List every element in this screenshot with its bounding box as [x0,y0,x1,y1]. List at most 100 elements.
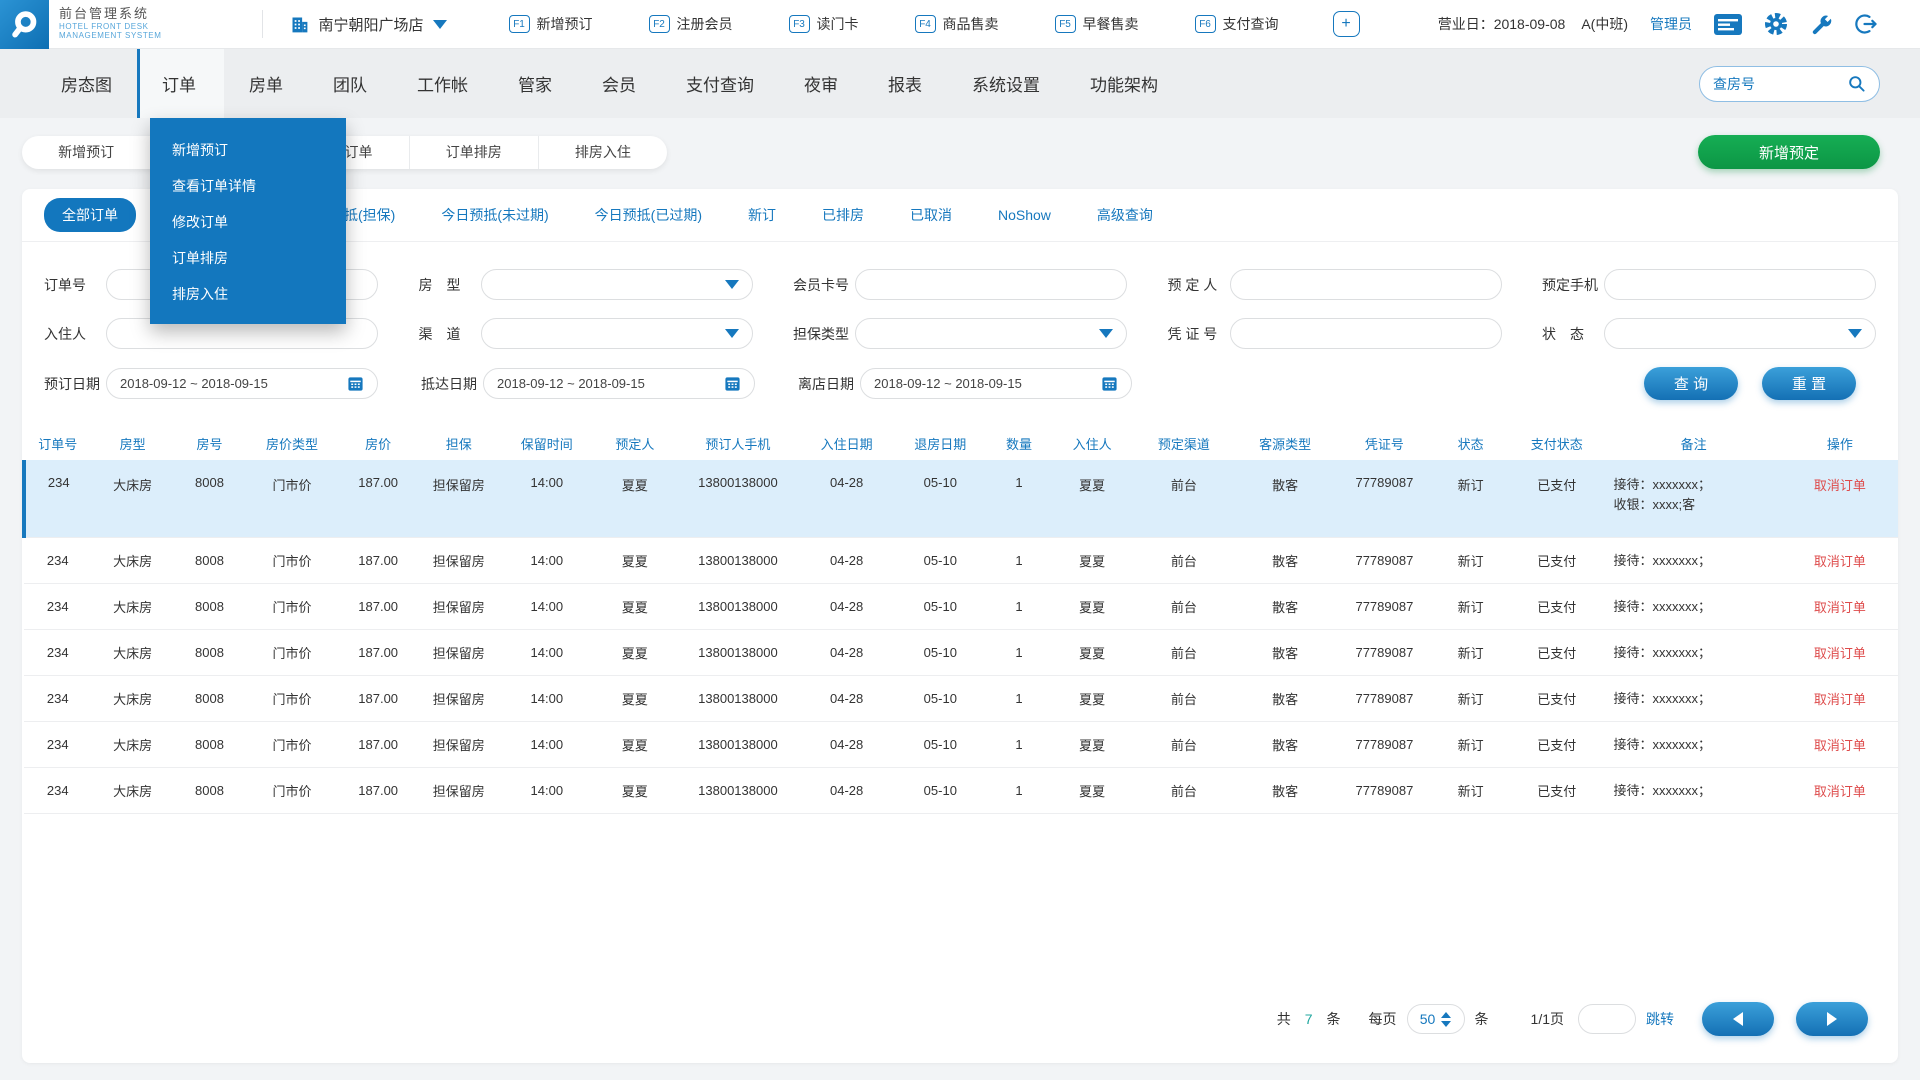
wrench-icon[interactable] [1810,13,1832,35]
nav-item[interactable]: 系统设置 [947,49,1065,118]
nav-item[interactable]: 功能架构 [1065,49,1183,118]
cell-guest: 夏夏 [1051,768,1133,814]
user-role[interactable]: 管理员 [1650,14,1692,34]
cell-guarantee: 担保留房 [418,460,500,538]
per-page-prefix: 每页 [1369,1009,1397,1029]
store-switcher[interactable]: 南宁朝阳广场店 [289,14,447,35]
nav-item[interactable]: 工作帐 [392,49,493,118]
guarantee-type-select[interactable] [855,318,1127,349]
cell-room-type: 大床房 [91,768,173,814]
cell-rate-type: 门市价 [245,584,339,630]
filter-tab[interactable]: NoShow [998,207,1051,223]
order-tab[interactable]: 新增预订 [22,136,151,169]
nav-item[interactable]: 房态图 [36,49,137,118]
booker-phone-group: 预定手机 [1542,269,1876,300]
remark-line-1: 接待：xxxxxxx； [1614,475,1780,495]
search-icon[interactable] [1847,74,1866,93]
cell-room-type: 大床房 [91,676,173,722]
nav-item[interactable]: 管家 [493,49,577,118]
spinner-up-icon[interactable] [1441,1012,1451,1018]
nav-item[interactable]: 夜审 [779,49,863,118]
jump-button[interactable]: 跳转 [1646,1009,1674,1029]
nav-item[interactable]: 支付查询 [661,49,779,118]
cancel-order-link[interactable]: 取消订单 [1814,692,1866,707]
column-header: 状态 [1433,426,1508,460]
brand-block: 前台管理系统 HOTEL FRONT DESK MANAGEMENT SYSTE… [59,7,162,40]
gear-icon[interactable] [1764,12,1788,36]
new-booking-button[interactable]: 新增预定 [1698,135,1880,169]
account-card-icon[interactable] [1714,14,1742,35]
nav-item[interactable]: 报表 [863,49,947,118]
function-shortcut[interactable]: F3 读门卡 [789,14,859,34]
booker-input[interactable] [1244,277,1488,292]
cell-rate-type: 门市价 [245,722,339,768]
table-row[interactable]: 234 大床房 8008 门市价 187.00 担保留房 14:00 夏夏 13… [24,722,1898,768]
function-shortcut[interactable]: F5 早餐售卖 [1055,14,1139,34]
filter-tab[interactable]: 已取消 [910,205,952,225]
room-type-select[interactable] [481,269,753,300]
prev-page-button[interactable] [1702,1002,1774,1036]
cancel-order-link[interactable]: 取消订单 [1814,784,1866,799]
departure-date-picker[interactable]: 2018-09-12 ~ 2018-09-15 [860,368,1132,399]
submenu-item[interactable]: 新增预订 [150,132,346,168]
cancel-order-link[interactable]: 取消订单 [1814,646,1866,661]
order-tab[interactable]: 订单排房 [410,136,539,169]
submenu-item[interactable]: 订单排房 [150,240,346,276]
cancel-order-link[interactable]: 取消订单 [1814,600,1866,615]
cell-channel: 前台 [1133,460,1234,538]
table-row[interactable]: 234 大床房 8008 门市价 187.00 担保留房 14:00 夏夏 13… [24,460,1898,538]
spinner-down-icon[interactable] [1441,1021,1451,1027]
function-shortcut[interactable]: F2 注册会员 [649,14,733,34]
filter-tab[interactable]: 高级查询 [1097,205,1153,225]
nav-item[interactable]: 团队 [308,49,392,118]
nav-item[interactable]: 房单 [224,49,308,118]
add-shortcut-button[interactable]: + [1333,11,1360,37]
function-shortcut[interactable]: F4 商品售卖 [915,14,999,34]
cancel-order-link[interactable]: 取消订单 [1814,554,1866,569]
filter-tab[interactable]: 全部订单 [44,198,136,232]
filter-tab[interactable]: 今日预抵(已过期) [595,205,702,225]
logout-icon[interactable] [1854,12,1878,36]
jump-page-input[interactable] [1578,1004,1636,1034]
column-header: 操作 [1782,426,1898,460]
table-row[interactable]: 234 大床房 8008 门市价 187.00 担保留房 14:00 夏夏 13… [24,768,1898,814]
table-row[interactable]: 234 大床房 8008 门市价 187.00 担保留房 14:00 夏夏 13… [24,676,1898,722]
per-page-spinner[interactable] [1441,1012,1451,1027]
guest-input[interactable] [120,326,364,341]
booker-phone-input[interactable] [1618,277,1862,292]
booking-date-picker[interactable]: 2018-09-12 ~ 2018-09-15 [106,368,378,399]
submenu-item[interactable]: 修改订单 [150,204,346,240]
nav-item[interactable]: 订单 [137,49,224,118]
cancel-order-link[interactable]: 取消订单 [1814,738,1866,753]
booker-group: 预 定 人 [1168,269,1502,300]
query-button[interactable]: 查 询 [1644,367,1738,400]
table-row[interactable]: 234 大床房 8008 门市价 187.00 担保留房 14:00 夏夏 13… [24,630,1898,676]
cell-action: 取消订单 [1782,584,1898,630]
nav-item[interactable]: 会员 [577,49,661,118]
order-tab[interactable]: 排房入住 [539,136,667,169]
cell-pay-status: 已支付 [1508,722,1605,768]
shortcut-label: 读门卡 [817,14,859,34]
filter-tab[interactable]: 新订 [748,205,776,225]
voucher-no-input[interactable] [1244,326,1488,341]
function-shortcut[interactable]: F1 新增预订 [509,14,593,34]
arrival-date-picker[interactable]: 2018-09-12 ~ 2018-09-15 [483,368,755,399]
function-shortcut[interactable]: F6 支付查询 [1195,14,1279,34]
member-card-input[interactable] [869,277,1113,292]
channel-select[interactable] [481,318,753,349]
next-page-button[interactable] [1796,1002,1868,1036]
cancel-order-link[interactable]: 取消订单 [1814,478,1866,493]
per-page-selector[interactable]: 50 [1407,1004,1465,1034]
arrival-date-group: 抵达日期 2018-09-12 ~ 2018-09-15 [421,368,755,399]
reset-button[interactable]: 重 置 [1762,367,1856,400]
submenu-item[interactable]: 排房入住 [150,276,346,312]
filter-tab[interactable]: 今日预抵(未过期) [441,205,548,225]
filter-tab[interactable]: 已排房 [822,205,864,225]
table-row[interactable]: 234 大床房 8008 门市价 187.00 担保留房 14:00 夏夏 13… [24,584,1898,630]
status-select[interactable] [1604,318,1876,349]
arrow-left-icon [1733,1012,1743,1026]
submenu-item[interactable]: 查看订单详情 [150,168,346,204]
table-row[interactable]: 234 大床房 8008 门市价 187.00 担保留房 14:00 夏夏 13… [24,538,1898,584]
cell-pay-status: 已支付 [1508,460,1605,538]
room-search-input[interactable] [1713,76,1841,92]
